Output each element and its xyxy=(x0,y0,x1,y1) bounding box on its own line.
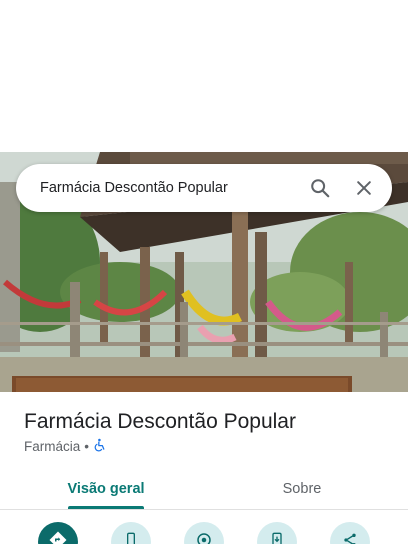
wheelchair-accessible-icon xyxy=(93,438,107,455)
search-bar[interactable]: Farmácia Descontão Popular xyxy=(16,164,392,212)
share-icon xyxy=(342,532,358,544)
directions-button[interactable] xyxy=(38,522,78,544)
active-tab-indicator xyxy=(68,506,144,509)
place-title: Farmácia Descontão Popular xyxy=(24,410,296,433)
close-icon[interactable] xyxy=(344,168,384,208)
tab-overview[interactable]: Visão geral xyxy=(0,468,212,510)
separator-dot: • xyxy=(84,439,89,454)
send-to-phone-icon xyxy=(269,532,285,544)
place-subtitle: Farmácia • xyxy=(24,438,107,455)
place-sheet: Farmácia Descontão Popular Farmácia • Vi… xyxy=(0,392,408,544)
search-icon[interactable] xyxy=(300,168,340,208)
map-blank-area xyxy=(0,0,408,152)
nearby-icon xyxy=(195,531,213,544)
tab-bar: Visão geral Sobre xyxy=(0,468,408,510)
phone-icon xyxy=(123,532,139,544)
call-button[interactable] xyxy=(111,522,151,544)
directions-icon xyxy=(49,531,67,544)
tab-about[interactable]: Sobre xyxy=(196,468,408,510)
share-button[interactable] xyxy=(330,522,370,544)
send-to-phone-button[interactable] xyxy=(257,522,297,544)
search-input[interactable]: Farmácia Descontão Popular xyxy=(40,180,300,196)
action-row xyxy=(0,522,408,544)
nearby-button[interactable] xyxy=(184,522,224,544)
place-category: Farmácia xyxy=(24,439,81,454)
